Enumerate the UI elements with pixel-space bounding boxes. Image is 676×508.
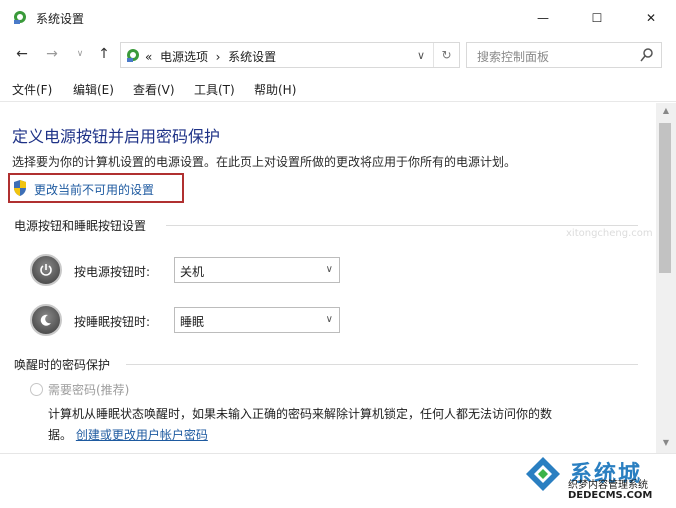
back-arrow-icon: ← (16, 46, 28, 62)
page-description: 选择要为你的计算机设置的电源设置。在此页上对设置所做的更改将应用于你所有的电源计… (12, 155, 517, 169)
close-button[interactable]: ✕ (628, 0, 674, 36)
forward-arrow-icon: → (46, 46, 58, 62)
password-help-text: 计算机从睡眠状态唤醒时，如果未输入正确的密码来解除计算机锁定，任何人都无法访问你… (48, 407, 553, 421)
menu-view[interactable]: 查看(V) (133, 81, 175, 98)
close-icon: ✕ (645, 11, 657, 25)
refresh-button[interactable]: ↻ (433, 43, 459, 67)
scroll-down-icon[interactable]: ▼ (660, 438, 672, 450)
menu-file[interactable]: 文件(F) (12, 81, 52, 98)
breadcrumb-item-power-options[interactable]: 电源选项 (160, 50, 208, 64)
password-help-text-2: 据。 创建或更改用户帐户密码 (48, 426, 208, 443)
search-input[interactable]: 搜索控制面板 (477, 48, 549, 65)
password-help-prefix: 据。 (48, 428, 73, 442)
control-panel-icon (127, 49, 139, 62)
power-button-icon (30, 254, 62, 286)
watermark-site-name: 织梦内容管理系统 (568, 480, 648, 491)
up-arrow-icon: ↑ (98, 46, 110, 62)
search-box[interactable]: 搜索控制面板 (466, 42, 662, 68)
power-button-action-select[interactable]: 关机 ∨ (174, 257, 340, 283)
maximize-icon: ☐ (591, 11, 603, 25)
window-title: 系统设置 (36, 12, 85, 26)
watermark-faint-text: xitongcheng.com (566, 228, 653, 239)
menu-bar: 文件(F) 编辑(E) 查看(V) 工具(T) 帮助(H) (0, 76, 676, 102)
address-toolbar: ← → ∨ ↑ « 电源选项 › 系统设置 ∨ ↻ 搜索控制面板 (0, 36, 676, 72)
sleep-button-action-value: 睡眠 (180, 315, 205, 329)
section-divider (166, 225, 638, 226)
chevron-down-icon: ∨ (325, 314, 333, 325)
back-button[interactable]: ← (12, 44, 32, 64)
menu-tools[interactable]: 工具(T) (194, 81, 235, 98)
address-bar[interactable]: « 电源选项 › 系统设置 ∨ ↻ (120, 42, 460, 68)
scrollbar-thumb[interactable] (659, 123, 671, 273)
up-button[interactable]: ↑ (94, 44, 114, 64)
address-dropdown-button[interactable]: ∨ (411, 46, 431, 64)
sleep-button-label: 按睡眠按钮时: (74, 315, 151, 329)
change-unavailable-settings-link[interactable]: 更改当前不可用的设置 (34, 181, 154, 198)
sleep-button-action-select[interactable]: 睡眠 ∨ (174, 307, 340, 333)
section-title-password: 唤醒时的密码保护 (14, 358, 111, 372)
control-panel-icon (14, 11, 26, 24)
minimize-icon: — (537, 11, 549, 25)
power-button-action-value: 关机 (180, 265, 205, 279)
breadcrumb-overflow-icon[interactable]: « (145, 50, 152, 64)
breadcrumb-separator-icon[interactable]: › (216, 50, 221, 64)
section-title-buttons: 电源按钮和睡眠按钮设置 (14, 219, 147, 233)
page-title: 定义电源按钮并启用密码保护 (12, 127, 221, 146)
title-bar: 系统设置 — ☐ ✕ (0, 0, 676, 36)
sleep-button-icon (30, 304, 62, 336)
content-pane: 定义电源按钮并启用密码保护 选择要为你的计算机设置的电源设置。在此页上对设置所做… (0, 103, 656, 453)
breadcrumb: « 电源选项 › 系统设置 (145, 48, 276, 65)
maximize-button[interactable]: ☐ (574, 0, 620, 36)
menu-help[interactable]: 帮助(H) (254, 81, 296, 98)
breadcrumb-item-system-settings[interactable]: 系统设置 (228, 50, 276, 64)
section-divider (126, 364, 638, 365)
chevron-down-icon: ∨ (325, 264, 333, 275)
refresh-icon: ↻ (441, 48, 452, 62)
chevron-down-icon: ∨ (76, 49, 84, 59)
create-change-password-link[interactable]: 创建或更改用户帐户密码 (76, 428, 208, 442)
watermark-url: DEDECMS.COM (568, 490, 653, 501)
scroll-up-icon[interactable]: ▲ (660, 106, 672, 118)
uac-shield-icon (14, 180, 26, 196)
require-password-label: 需要密码(推荐) (48, 383, 130, 397)
power-button-label: 按电源按钮时: (74, 265, 151, 279)
recent-locations-button[interactable]: ∨ (70, 44, 90, 64)
minimize-button[interactable]: — (520, 0, 566, 36)
forward-button[interactable]: → (42, 44, 62, 64)
watermark-logo-icon (526, 457, 560, 491)
chevron-down-icon: ∨ (416, 48, 426, 62)
menu-edit[interactable]: 编辑(E) (73, 81, 114, 98)
vertical-scrollbar[interactable]: ▲ ▼ (656, 103, 676, 453)
search-icon[interactable] (639, 47, 655, 63)
require-password-radio[interactable] (30, 383, 43, 396)
